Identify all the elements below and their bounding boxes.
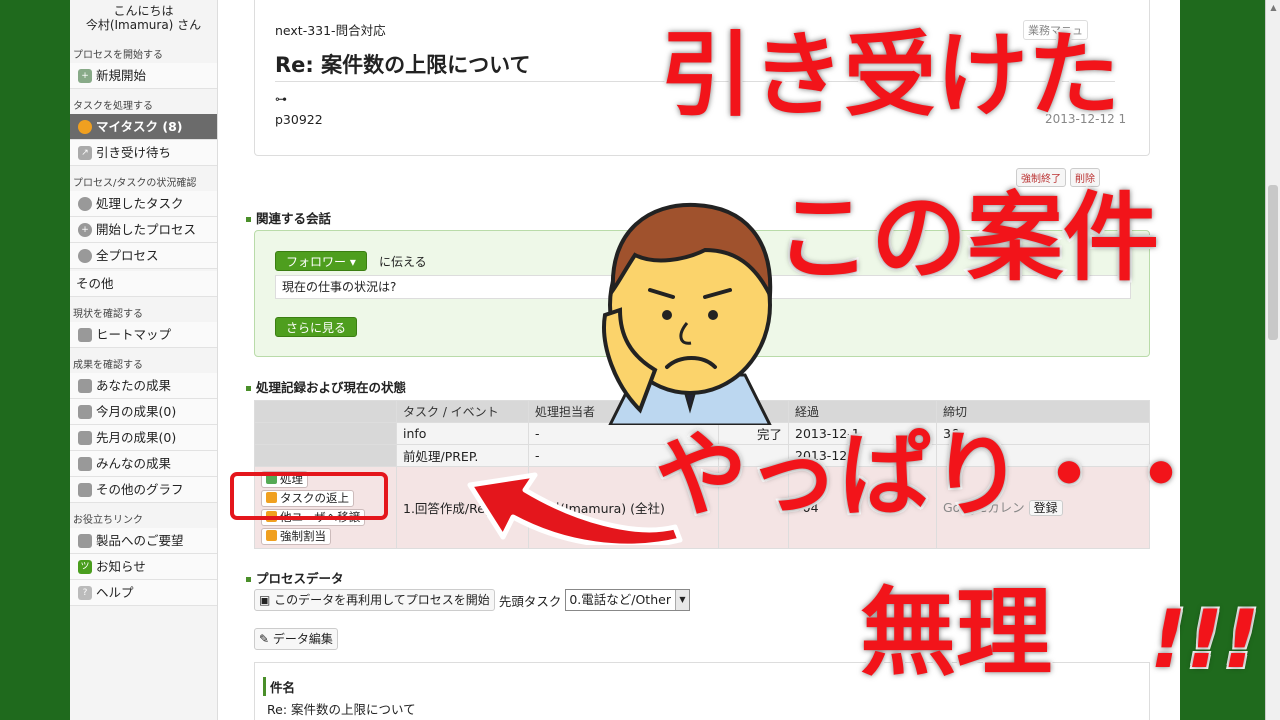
assign-icon — [266, 529, 277, 541]
greeting-line1: こんにちは — [113, 4, 174, 18]
highlight-box — [230, 472, 388, 520]
greeting-line2: 今村(Imamura) さん — [85, 18, 202, 32]
pie-icon — [78, 196, 92, 211]
scroll-thumb[interactable] — [1268, 185, 1278, 340]
greeting: こんにちは 今村(Imamura) さん — [70, 0, 217, 38]
sidebar-item-label: 引き受け待ち — [96, 144, 172, 160]
sidebar-item-label: 処理したタスク — [96, 195, 184, 211]
column-header — [254, 400, 397, 423]
show-more-button[interactable]: さらに見る — [275, 317, 358, 337]
sidebar-item-label: その他 — [76, 275, 114, 291]
subject-value: Re: 案件数の上限について — [267, 702, 416, 717]
sidebar-item-label: その他のグラフ — [96, 481, 184, 497]
section-title-start: プロセスを開始する — [73, 50, 163, 61]
sidebar-item-label: 製品へのご要望 — [96, 532, 184, 548]
sidebar-item-this-month[interactable]: 今月の成果(0) — [70, 399, 217, 425]
sidebar-item-label: ヒートマップ — [96, 326, 172, 342]
pencil-icon: ✎ — [259, 632, 273, 646]
section-heading-process-log: 処理記録および現在の状態 — [246, 377, 406, 396]
news-icon: ツ — [78, 559, 92, 574]
sidebar-item-label: マイタスク (8) — [96, 118, 183, 134]
sidebar: こんにちは 今村(Imamura) さん プロセスを開始する + 新規開始 タスク… — [70, 0, 218, 720]
edit-data-button[interactable]: ✎ データ編集 — [254, 628, 338, 650]
help-icon: ? — [78, 585, 92, 600]
my-task-icon — [78, 119, 92, 134]
sidebar-item-your-results[interactable]: あなたの成果 — [70, 373, 217, 399]
sidebar-item-waiting[interactable]: ↗ 引き受け待ち — [70, 140, 217, 166]
caption-line3: やっぱり・・ — [653, 422, 1209, 529]
scroll-up-icon[interactable]: ▲ — [1266, 0, 1280, 15]
caption-line4: 無理 — [858, 577, 1054, 689]
force-assign-button[interactable]: 強制割当 — [261, 527, 331, 545]
chevron-down-icon: ▼ — [674, 590, 689, 610]
section-title-links: お役立ちリンク — [73, 515, 143, 526]
sidebar-item-my-tasks[interactable]: マイタスク (8) — [70, 114, 217, 140]
sidebar-item-help[interactable]: ? ヘルプ — [70, 580, 217, 606]
sidebar-item-label: ヘルプ — [96, 584, 134, 600]
column-header: 経過 — [788, 400, 937, 423]
sidebar-item-last-month[interactable]: 先月の成果(0) — [70, 425, 217, 451]
plus-icon: + — [78, 68, 92, 83]
section-title-current: 現状を確認する — [73, 309, 143, 320]
sidebar-item-label: 今月の成果(0) — [96, 403, 177, 419]
bar-chart-icon — [78, 378, 92, 393]
tell-label: に伝える — [379, 255, 427, 269]
cluster-icon — [78, 248, 92, 263]
caption-line2: この案件 — [773, 182, 1161, 294]
sidebar-item-other[interactable]: その他 — [70, 271, 217, 297]
first-task-label: 先頭タスク — [498, 593, 562, 609]
bar-chart-icon — [78, 404, 92, 419]
bar-chart-icon — [78, 482, 92, 497]
key-icon: ⊶ — [275, 92, 287, 106]
process-data-toolbar: ▣ このデータを再利用してプロセスを開始 先頭タスク 0.電話など/Other ▼ — [254, 589, 690, 611]
ticket-id: next-331-問合対応 — [275, 23, 386, 38]
sidebar-item-started[interactable]: + 開始したプロセス — [70, 217, 217, 243]
sidebar-item-news[interactable]: ツお知らせ — [70, 554, 217, 580]
caption-line1: 引き受けた — [658, 22, 1122, 129]
first-task-select[interactable]: 0.電話など/Other ▼ — [565, 589, 690, 611]
sidebar-item-heatmap[interactable]: ヒートマップ — [70, 322, 217, 348]
page-title: Re: 案件数の上限について — [275, 53, 531, 77]
background-left — [0, 0, 70, 720]
feedback-icon — [78, 533, 92, 548]
pointer-arrow — [467, 472, 683, 545]
section-title-results: 成果を確認する — [73, 360, 143, 371]
bar-chart-icon — [78, 456, 92, 471]
sidebar-item-label: みんなの成果 — [96, 455, 172, 471]
sidebar-item-all[interactable]: 全プロセス — [70, 243, 217, 269]
task-cell: info — [396, 422, 529, 445]
ticket-code: p30922 — [275, 112, 323, 127]
subject-label: 件名 — [263, 677, 295, 696]
column-header: 締切 — [936, 400, 1150, 423]
section-title-status: プロセス/タスクの状況確認 — [73, 178, 197, 189]
worried-man-illustration — [602, 202, 773, 425]
sidebar-item-everyone[interactable]: みんなの成果 — [70, 451, 217, 477]
section-heading-process-data: プロセスデータ — [246, 568, 344, 587]
reuse-data-button[interactable]: ▣ このデータを再利用してプロセスを開始 — [254, 589, 495, 611]
sidebar-item-requests[interactable]: 製品へのご要望 — [70, 528, 217, 554]
caption-line5: !!! — [1148, 593, 1261, 686]
bar-chart-icon — [78, 430, 92, 445]
sidebar-item-processed[interactable]: 処理したタスク — [70, 191, 217, 217]
plus-icon: + — [78, 222, 92, 237]
sidebar-item-label: 先月の成果(0) — [96, 429, 177, 445]
sidebar-item-label: 開始したプロセス — [96, 221, 197, 237]
sidebar-item-label: あなたの成果 — [96, 377, 172, 393]
copy-icon: ▣ — [259, 593, 275, 607]
heatmap-icon — [78, 327, 92, 342]
follower-button[interactable]: フォロワー ▾ — [275, 251, 367, 271]
sidebar-item-new[interactable]: + 新規開始 — [70, 63, 217, 89]
sidebar-item-label: お知らせ — [96, 558, 146, 574]
column-header: タスク / イベント — [396, 400, 529, 423]
sidebar-item-label: 新規開始 — [96, 67, 147, 83]
arrow-icon: ↗ — [78, 145, 92, 160]
section-heading-conversation: 関連する会話 — [246, 208, 331, 227]
section-title-tasks: タスクを処理する — [73, 101, 153, 112]
vertical-scrollbar[interactable]: ▲ — [1265, 0, 1280, 720]
sidebar-item-other-graphs[interactable]: その他のグラフ — [70, 477, 217, 503]
sidebar-item-label: 全プロセス — [96, 247, 159, 263]
